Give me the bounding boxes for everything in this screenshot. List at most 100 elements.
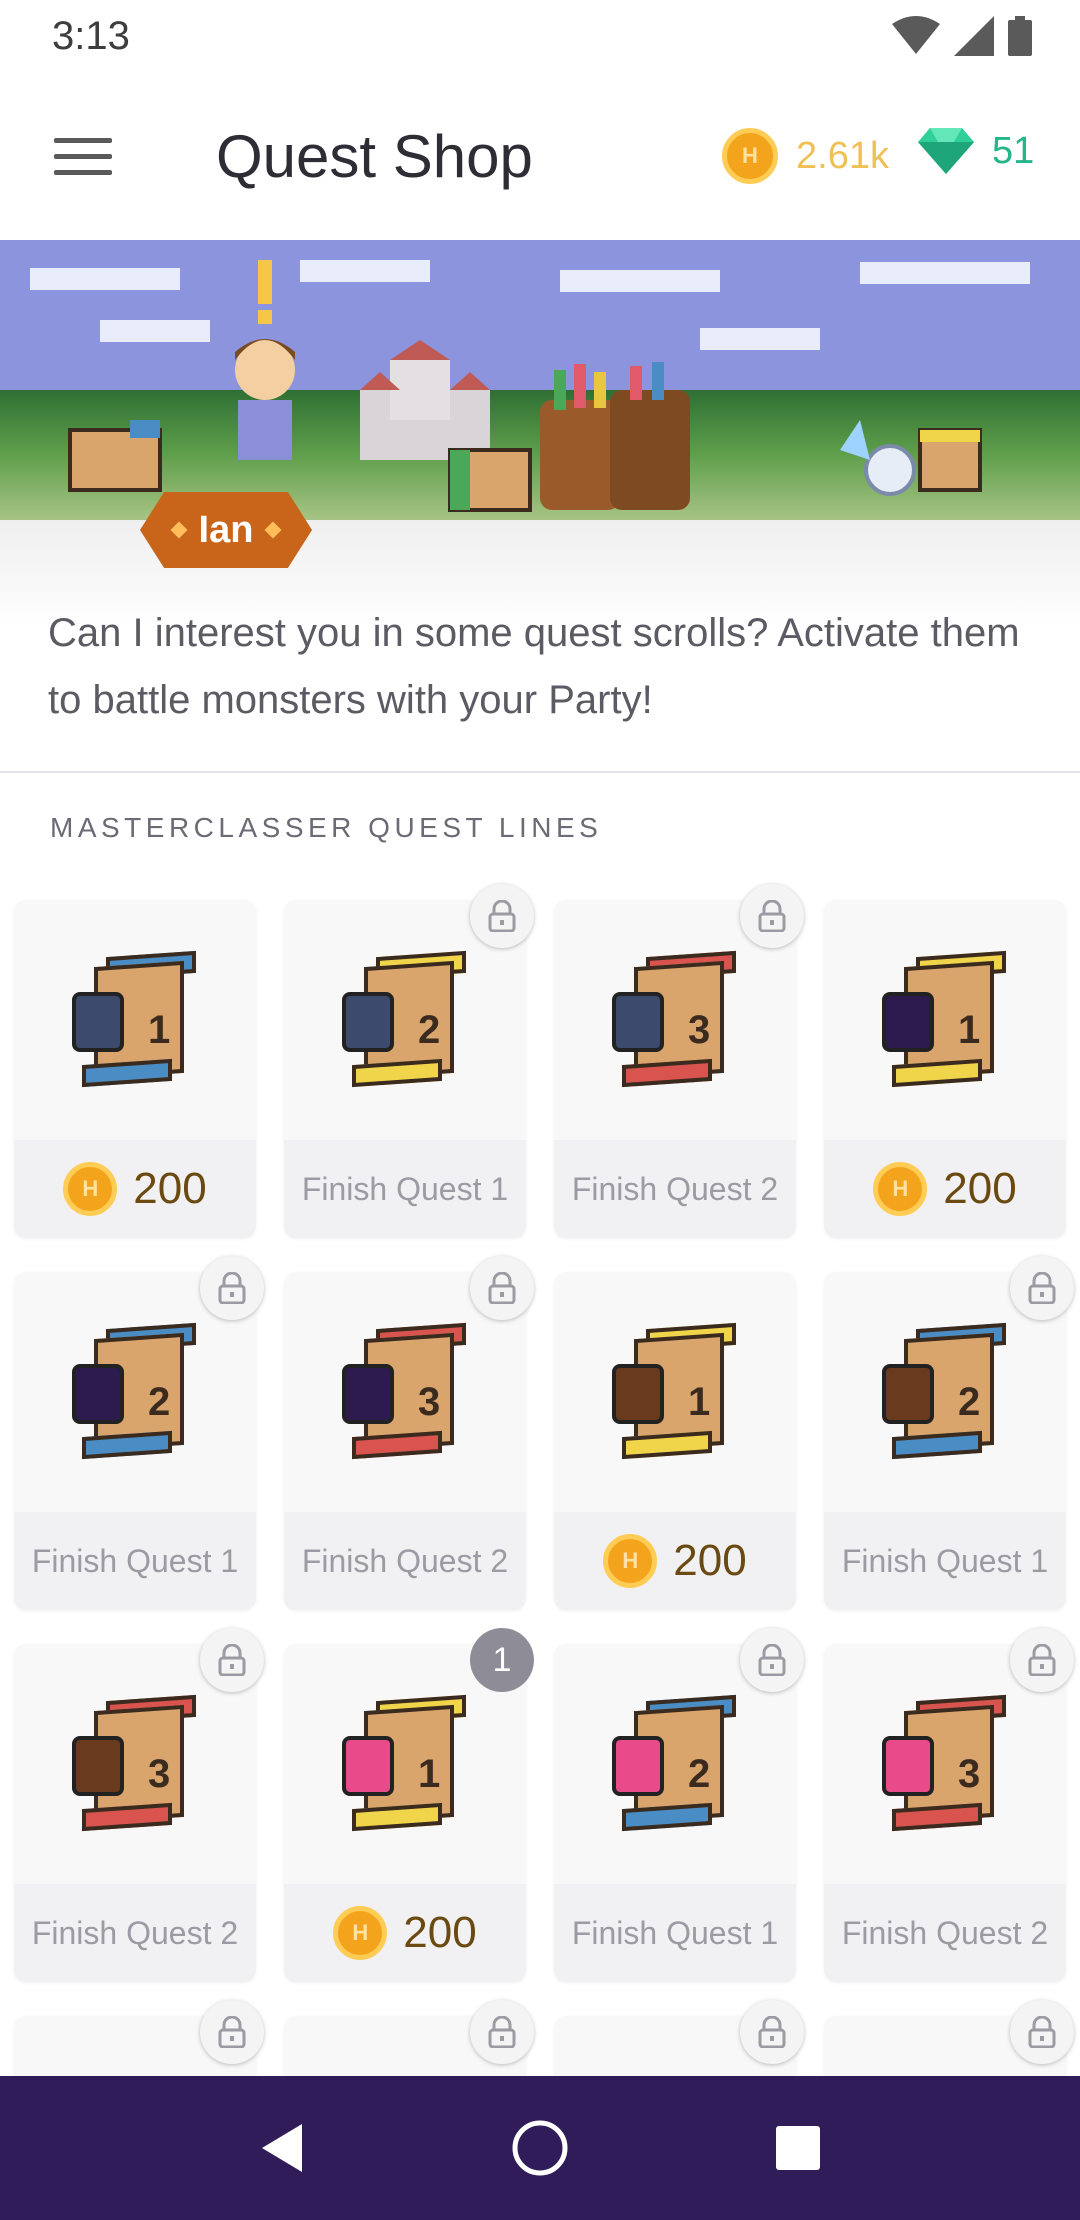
quest-number: 1 [148, 1008, 171, 1052]
quest-card-footer: 200 [284, 1884, 526, 1982]
quest-lock-requirement: Finish Quest 2 [571, 1170, 779, 1207]
quest-card-footer: Finish Quest 1 [554, 1884, 796, 1982]
scroll-decoration-left [68, 420, 162, 492]
lock-icon [200, 1628, 264, 1692]
quest-lock-requirement: Finish Quest 1 [841, 1542, 1049, 1579]
lock-icon [1010, 1256, 1074, 1320]
quest-card[interactable] [284, 2000, 534, 2076]
quest-number: 1 [688, 1380, 711, 1424]
quest-price: 200 [873, 1162, 1017, 1216]
quest-price: 200 [333, 1906, 477, 1960]
lock-icon [200, 1256, 264, 1320]
quest-card-footer: Finish Quest 2 [284, 1512, 526, 1610]
quest-card[interactable] [14, 2000, 264, 2076]
lock-icon [470, 884, 534, 948]
gold-coin-icon [603, 1534, 658, 1588]
quest-price-value: 200 [403, 1908, 477, 1957]
gold-coin-icon [873, 1162, 928, 1216]
back-icon[interactable] [250, 2116, 314, 2180]
quest-price-value: 200 [943, 1164, 1017, 1213]
quest-price-value: 200 [133, 1164, 207, 1213]
quest-lock-requirement: Finish Quest 1 [31, 1542, 239, 1579]
quest-number: 2 [148, 1380, 171, 1424]
gold-balance[interactable]: 2.61k [722, 128, 889, 184]
gold-amount: 2.61k [796, 134, 889, 177]
quest-lock-requirement: Finish Quest 2 [841, 1914, 1049, 1951]
quest-card-footer: Finish Quest 1 [14, 1512, 256, 1610]
quest-price: 200 [603, 1534, 747, 1588]
quest-card[interactable]: 2 Finish Quest 1 [824, 1256, 1074, 1610]
quest-card-footer: Finish Quest 1 [284, 1140, 526, 1238]
quest-number: 2 [418, 1008, 441, 1052]
battery-icon [1008, 16, 1032, 56]
lock-icon [200, 2000, 264, 2064]
quest-card-footer: 200 [14, 1140, 256, 1238]
quest-card[interactable]: 1 200 [554, 1272, 796, 1610]
npc-intro-text: Can I interest you in some quest scrolls… [48, 611, 1020, 722]
quest-price: 200 [63, 1162, 207, 1216]
quest-card[interactable]: 1 200 1 [284, 1628, 534, 1982]
shop-banner [0, 240, 1080, 630]
divider [0, 771, 1080, 773]
quest-lock-requirement: Finish Quest 2 [301, 1542, 509, 1579]
quest-number: 1 [958, 1008, 981, 1052]
menu-icon[interactable] [46, 124, 118, 188]
gem-amount: 51 [992, 129, 1035, 172]
npc-name-tag: Ian [140, 492, 312, 568]
gem-balance[interactable]: 51 [918, 128, 1034, 174]
quest-card[interactable]: 3 Finish Quest 2 [14, 1628, 264, 1982]
lock-icon [740, 884, 804, 948]
crystal-ball-decoration [840, 420, 982, 496]
quest-number: 3 [958, 1752, 981, 1796]
scroll-decoration-middle [448, 448, 532, 512]
system-nav-bar [0, 2076, 1080, 2220]
quest-card[interactable]: 2 Finish Quest 1 [14, 1256, 264, 1610]
shopkeeper-avatar [235, 260, 295, 460]
recents-icon[interactable] [766, 2116, 830, 2180]
quest-number: 3 [688, 1008, 711, 1052]
lock-icon [1010, 2000, 1074, 2064]
quest-card-footer: 200 [554, 1512, 796, 1610]
quest-card[interactable] [824, 2000, 1074, 2076]
home-icon[interactable] [508, 2116, 572, 2180]
quest-card[interactable]: 1 200 [14, 900, 256, 1238]
quest-lock-requirement: Finish Quest 1 [571, 1914, 779, 1951]
lock-icon [1010, 1628, 1074, 1692]
quest-card[interactable]: 3 Finish Quest 2 [284, 1256, 534, 1610]
quest-card[interactable]: 2 Finish Quest 1 [284, 884, 534, 1238]
quest-scroll-icon: 1 [554, 1272, 796, 1512]
quest-number: 3 [418, 1380, 441, 1424]
quest-card[interactable]: 1 200 [824, 900, 1066, 1238]
npc-name: Ian [198, 508, 254, 551]
quest-number: 3 [148, 1752, 171, 1796]
wifi-icon [892, 16, 940, 54]
quest-scroll-icon: 1 [14, 900, 256, 1140]
quest-number: 2 [958, 1380, 981, 1424]
quest-number: 1 [418, 1752, 441, 1796]
quest-lock-requirement: Finish Quest 2 [31, 1914, 239, 1951]
quest-card-footer: Finish Quest 1 [824, 1512, 1066, 1610]
gem-icon [918, 128, 974, 174]
quest-card[interactable]: 2 Finish Quest 1 [554, 1628, 804, 1982]
lock-icon [740, 1628, 804, 1692]
page-title: Quest Shop [216, 123, 533, 190]
quest-card[interactable] [554, 2000, 804, 2076]
quest-card[interactable]: 3 Finish Quest 2 [554, 884, 804, 1238]
app-bar: Quest Shop 2.61k 51 [0, 72, 1080, 240]
quest-card-footer: Finish Quest 2 [554, 1140, 796, 1238]
quest-card-footer: 200 [824, 1140, 1066, 1238]
owned-count-badge: 1 [470, 1628, 534, 1692]
status-bar: 3:13 [0, 0, 1080, 72]
quest-card-footer: Finish Quest 2 [824, 1884, 1066, 1982]
gold-coin-icon [333, 1906, 388, 1960]
status-icons [892, 16, 1032, 56]
barrel-image [540, 362, 690, 510]
gold-coin-icon [722, 128, 778, 184]
section-title: MASTERCLASSER QUEST LINES [50, 812, 603, 843]
quest-card[interactable]: 3 Finish Quest 2 [824, 1628, 1074, 1982]
quest-number: 2 [688, 1752, 711, 1796]
lock-icon [740, 2000, 804, 2064]
lock-icon [470, 2000, 534, 2064]
signal-icon [954, 16, 994, 56]
quest-scroll-icon: 1 [824, 900, 1066, 1140]
